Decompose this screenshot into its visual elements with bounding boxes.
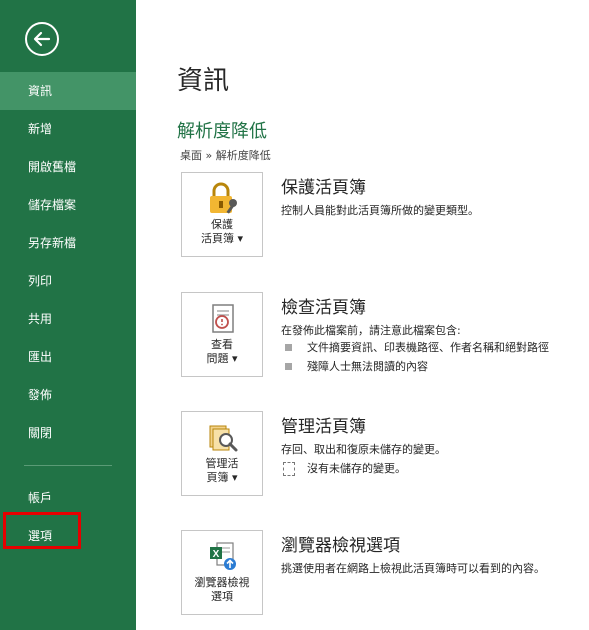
unsaved-changes-note: 沒有未儲存的變更。: [281, 461, 589, 477]
bullet-square-icon: [285, 363, 292, 370]
svg-text:X: X: [213, 549, 220, 560]
sidebar-item-close[interactable]: 關閉: [0, 414, 136, 452]
sidebar-item-open[interactable]: 開啟舊檔: [0, 148, 136, 186]
check-issues-label: 查看 問題 ▾: [206, 338, 238, 365]
browser-view-icon: X: [210, 542, 236, 570]
protect-workbook-label: 保護 活頁簿 ▾: [200, 218, 244, 245]
protect-workbook-button[interactable]: 保護 活頁簿 ▾: [181, 172, 263, 257]
options-highlight-box: [3, 512, 81, 549]
unsaved-changes-text: 沒有未儲存的變更。: [307, 462, 406, 475]
inspect-workbook-title: 檢查活頁簿: [281, 298, 366, 318]
manage-workbook-label: 管理活 頁簿 ▾: [205, 457, 239, 484]
manage-versions-icon: [209, 425, 238, 452]
inspect-workbook-desc: 在發佈此檔案前，請注意此檔案包含:: [281, 324, 461, 337]
sidebar-divider: [24, 465, 112, 466]
lock-key-icon: [210, 182, 237, 214]
inspect-bullet-text: 殘障人士無法閱讀的內容: [307, 360, 428, 373]
inspect-bullet: 殘障人士無法閱讀的內容: [281, 357, 589, 376]
sidebar-item-publish[interactable]: 發佈: [0, 376, 136, 414]
document-icon: [283, 462, 295, 476]
protect-workbook-desc: 控制人員能對此活頁簿所做的變更類型。: [281, 204, 479, 217]
inspect-bullet: 文件摘要資訊、印表機路徑、作者名稱和絕對路徑: [281, 338, 589, 357]
sidebar-item-print[interactable]: 列印: [0, 262, 136, 300]
back-button[interactable]: [25, 22, 59, 56]
file-path-breadcrumb[interactable]: 桌面 » 解析度降低: [180, 147, 271, 163]
check-issues-button[interactable]: 查看 問題 ▾: [181, 292, 263, 377]
sidebar-item-save[interactable]: 儲存檔案: [0, 186, 136, 224]
page-title: 資訊: [177, 66, 230, 96]
sidebar-item-new[interactable]: 新增: [0, 110, 136, 148]
sidebar-item-info[interactable]: 資訊: [0, 72, 136, 110]
browser-view-desc: 挑選使用者在網路上檢視此活頁簿時可以看到的內容。: [281, 562, 545, 575]
sidebar-nav: 資訊 新增 開啟舊檔 儲存檔案 另存新檔 列印 共用 匯出 發佈 關閉 帳戶 選…: [0, 72, 136, 555]
manage-workbook-body: 管理活頁簿 存回、取出和復原未儲存的變更。 沒有未儲存的變更。: [281, 411, 589, 477]
sidebar-item-export[interactable]: 匯出: [0, 338, 136, 376]
sidebar-item-share[interactable]: 共用: [0, 300, 136, 338]
inspect-bullet-text: 文件摘要資訊、印表機路徑、作者名稱和絕對路徑: [307, 341, 549, 354]
protect-workbook-body: 保護活頁簿 控制人員能對此活頁簿所做的變更類型。: [281, 172, 589, 218]
manage-workbook-title: 管理活頁簿: [281, 417, 366, 437]
browser-view-options-label: 瀏覽器檢視 選項: [194, 576, 250, 603]
info-panel: 資訊 解析度降低 桌面 » 解析度降低 保護 活頁簿 ▾ 保護活頁簿 控制人員能…: [136, 0, 589, 630]
protect-workbook-title: 保護活頁簿: [281, 178, 366, 198]
back-arrow-icon: [33, 31, 51, 47]
browser-view-options-button[interactable]: X 瀏覽器檢視 選項: [181, 530, 263, 615]
browser-view-title: 瀏覽器檢視選項: [281, 536, 400, 556]
sidebar-item-save-as[interactable]: 另存新檔: [0, 224, 136, 262]
file-name: 解析度降低: [177, 121, 267, 142]
manage-workbook-button[interactable]: 管理活 頁簿 ▾: [181, 411, 263, 496]
bullet-square-icon: [285, 344, 292, 351]
inspect-document-icon: [212, 304, 234, 333]
manage-workbook-desc: 存回、取出和復原未儲存的變更。: [281, 443, 446, 456]
browser-view-body: 瀏覽器檢視選項 挑選使用者在網路上檢視此活頁簿時可以看到的內容。: [281, 530, 589, 576]
backstage-sidebar: 資訊 新增 開啟舊檔 儲存檔案 另存新檔 列印 共用 匯出 發佈 關閉 帳戶 選…: [0, 0, 136, 630]
inspect-workbook-body: 檢查活頁簿 在發佈此檔案前，請注意此檔案包含: 文件摘要資訊、印表機路徑、作者名…: [281, 292, 589, 376]
